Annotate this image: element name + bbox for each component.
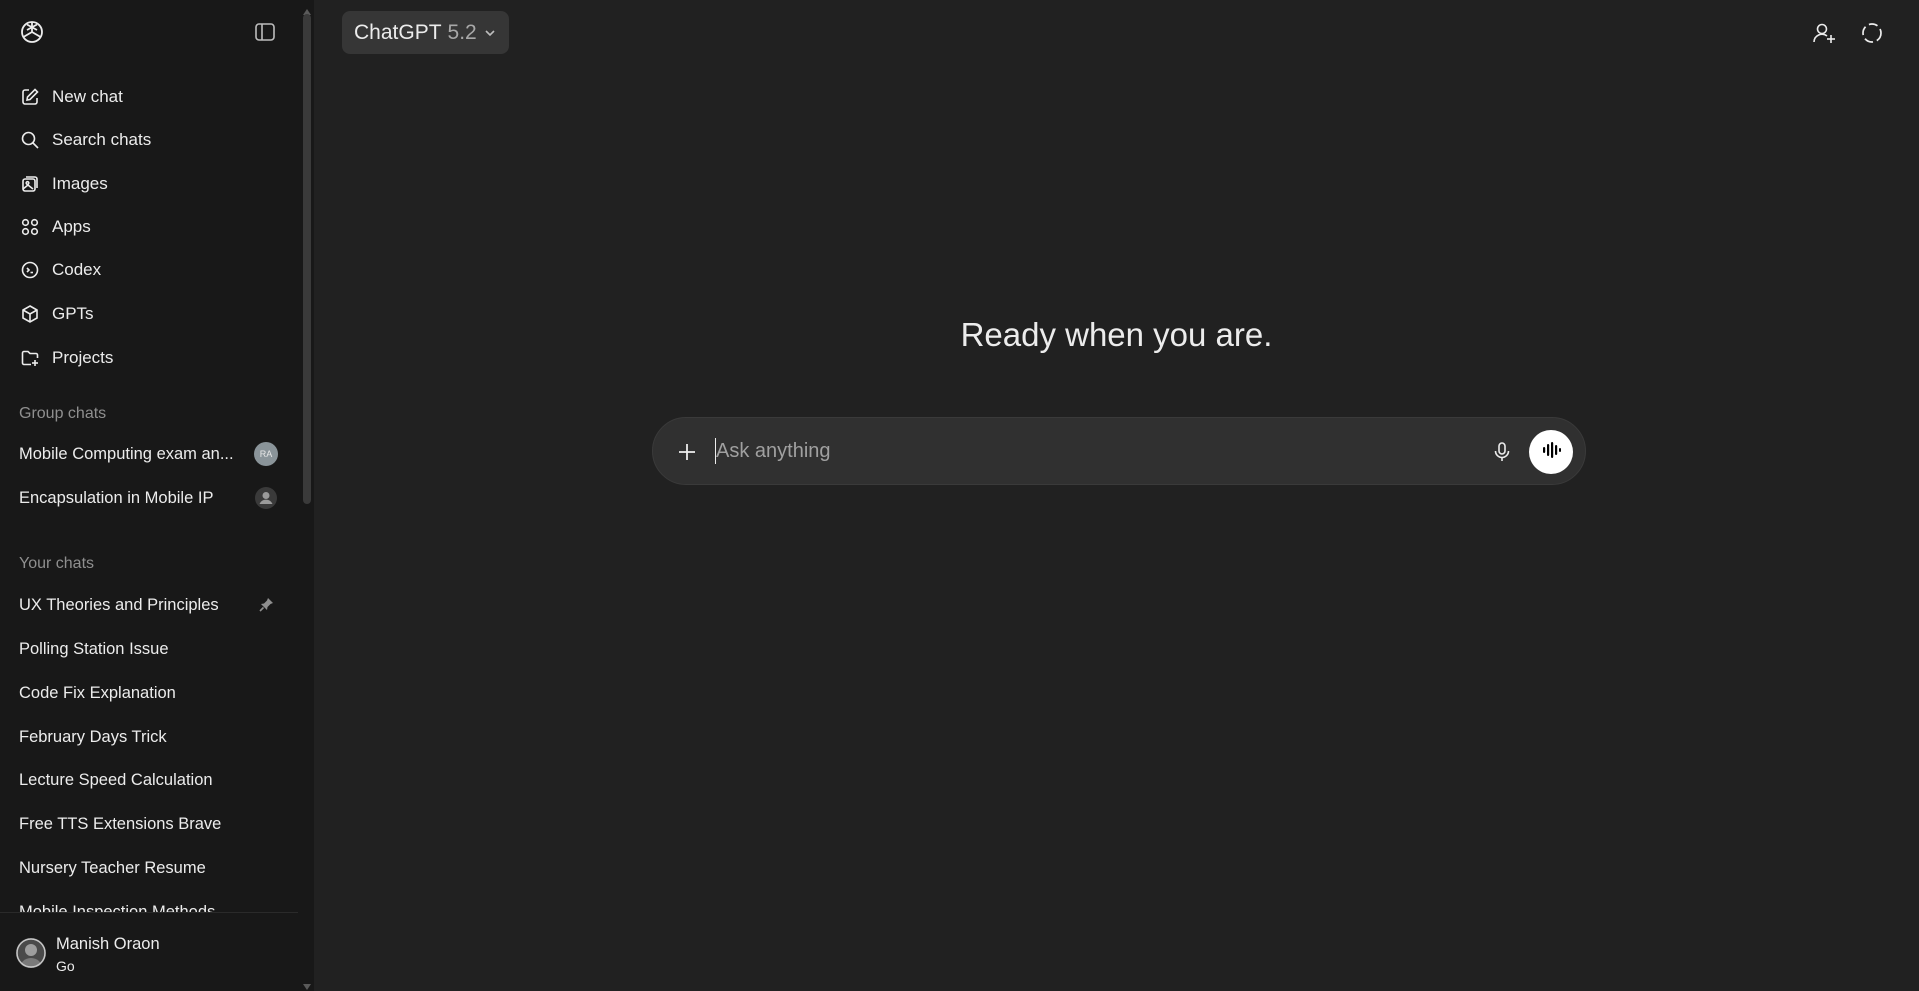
search-chats-button[interactable]: Search chats: [8, 120, 290, 160]
chat-item[interactable]: February Days Trick: [8, 717, 290, 757]
prompt-input[interactable]: [716, 432, 1416, 470]
images-button[interactable]: Images: [8, 164, 290, 204]
chat-label: February Days Trick: [19, 727, 167, 746]
codex-button[interactable]: Codex: [8, 250, 290, 290]
gpts-icon: [19, 303, 41, 325]
chat-item[interactable]: UX Theories and Principles: [8, 585, 290, 625]
add-person-icon[interactable]: [1811, 20, 1837, 46]
projects-button[interactable]: Projects: [8, 338, 290, 378]
chat-label: Nursery Teacher Resume: [19, 858, 206, 877]
chat-label: Lecture Speed Calculation: [19, 770, 213, 789]
new-chat-button[interactable]: New chat: [8, 77, 290, 117]
chat-label: Encapsulation in Mobile IP: [19, 488, 214, 507]
chat-label: Mobile Inspection Methods: [19, 902, 216, 913]
person-icon: [254, 486, 278, 510]
composer: [652, 417, 1586, 485]
scroll-up-arrow-icon[interactable]: [302, 3, 312, 15]
microphone-icon[interactable]: [1489, 439, 1515, 465]
hero-heading: Ready when you are.: [960, 316, 1273, 353]
avatar: [16, 938, 46, 968]
chat-item[interactable]: Polling Station Issue: [8, 629, 290, 669]
group-chat-item[interactable]: Encapsulation in Mobile IP: [8, 478, 290, 518]
nav-label: New chat: [52, 87, 123, 106]
gpts-button[interactable]: GPTs: [8, 294, 290, 334]
chat-label: Free TTS Extensions Brave: [19, 814, 222, 833]
plus-icon[interactable]: [675, 440, 699, 464]
images-icon: [19, 173, 41, 195]
chat-item[interactable]: Mobile Inspection Methods: [8, 892, 290, 913]
nav-label: Apps: [52, 217, 91, 236]
participant-avatar: RA: [254, 442, 278, 466]
sidebar-toggle-icon[interactable]: [253, 20, 277, 44]
nav-label: Images: [52, 174, 108, 193]
codex-icon: [19, 259, 41, 281]
search-icon: [19, 129, 41, 151]
voice-mode-button[interactable]: [1529, 430, 1573, 474]
apps-button[interactable]: Apps: [8, 207, 290, 247]
apps-icon: [19, 216, 41, 238]
sidebar: New chat Search chats Images Apps Codex: [0, 0, 314, 991]
group-chats-title: Group chats: [19, 405, 107, 422]
user-plan: Go: [56, 958, 75, 974]
chat-item[interactable]: Free TTS Extensions Brave: [8, 804, 290, 844]
model-version: 5.2: [447, 20, 477, 44]
nav-label: Codex: [52, 260, 102, 279]
nav-label: Projects: [52, 348, 114, 367]
model-name: ChatGPT: [354, 20, 442, 44]
sidebar-scroll-area: New chat Search chats Images Apps Codex: [0, 0, 298, 912]
chevron-down-icon: [483, 26, 497, 40]
nav-label: Search chats: [52, 130, 152, 149]
scroll-down-arrow-icon[interactable]: [302, 978, 312, 990]
openai-logo-icon[interactable]: [18, 18, 46, 46]
chat-label: Polling Station Issue: [19, 639, 169, 658]
sidebar-scrollbar[interactable]: [300, 0, 314, 991]
projects-icon: [19, 347, 41, 369]
voice-waveform-icon: [1540, 439, 1562, 466]
nav-label: GPTs: [52, 304, 94, 323]
chat-item[interactable]: Nursery Teacher Resume: [8, 848, 290, 888]
chat-label: Code Fix Explanation: [19, 683, 176, 702]
chat-item[interactable]: Code Fix Explanation: [8, 673, 290, 713]
group-chat-item[interactable]: Mobile Computing exam an... RA: [8, 434, 290, 474]
chat-label: UX Theories and Principles: [19, 595, 219, 614]
user-profile-button[interactable]: Manish Oraon Go: [0, 912, 298, 991]
your-chats-title: Your chats: [19, 555, 95, 572]
scroll-thumb[interactable]: [303, 14, 311, 504]
new-chat-icon: [19, 86, 41, 108]
sidebar-header: [0, 0, 298, 64]
pin-icon[interactable]: [254, 593, 278, 617]
chat-label: Mobile Computing exam an...: [19, 444, 234, 463]
model-selector-button[interactable]: ChatGPT 5.2: [342, 11, 509, 54]
temporary-chat-icon[interactable]: [1859, 20, 1885, 46]
chat-item[interactable]: Lecture Speed Calculation: [8, 760, 290, 800]
user-name: Manish Oraon: [56, 935, 160, 953]
